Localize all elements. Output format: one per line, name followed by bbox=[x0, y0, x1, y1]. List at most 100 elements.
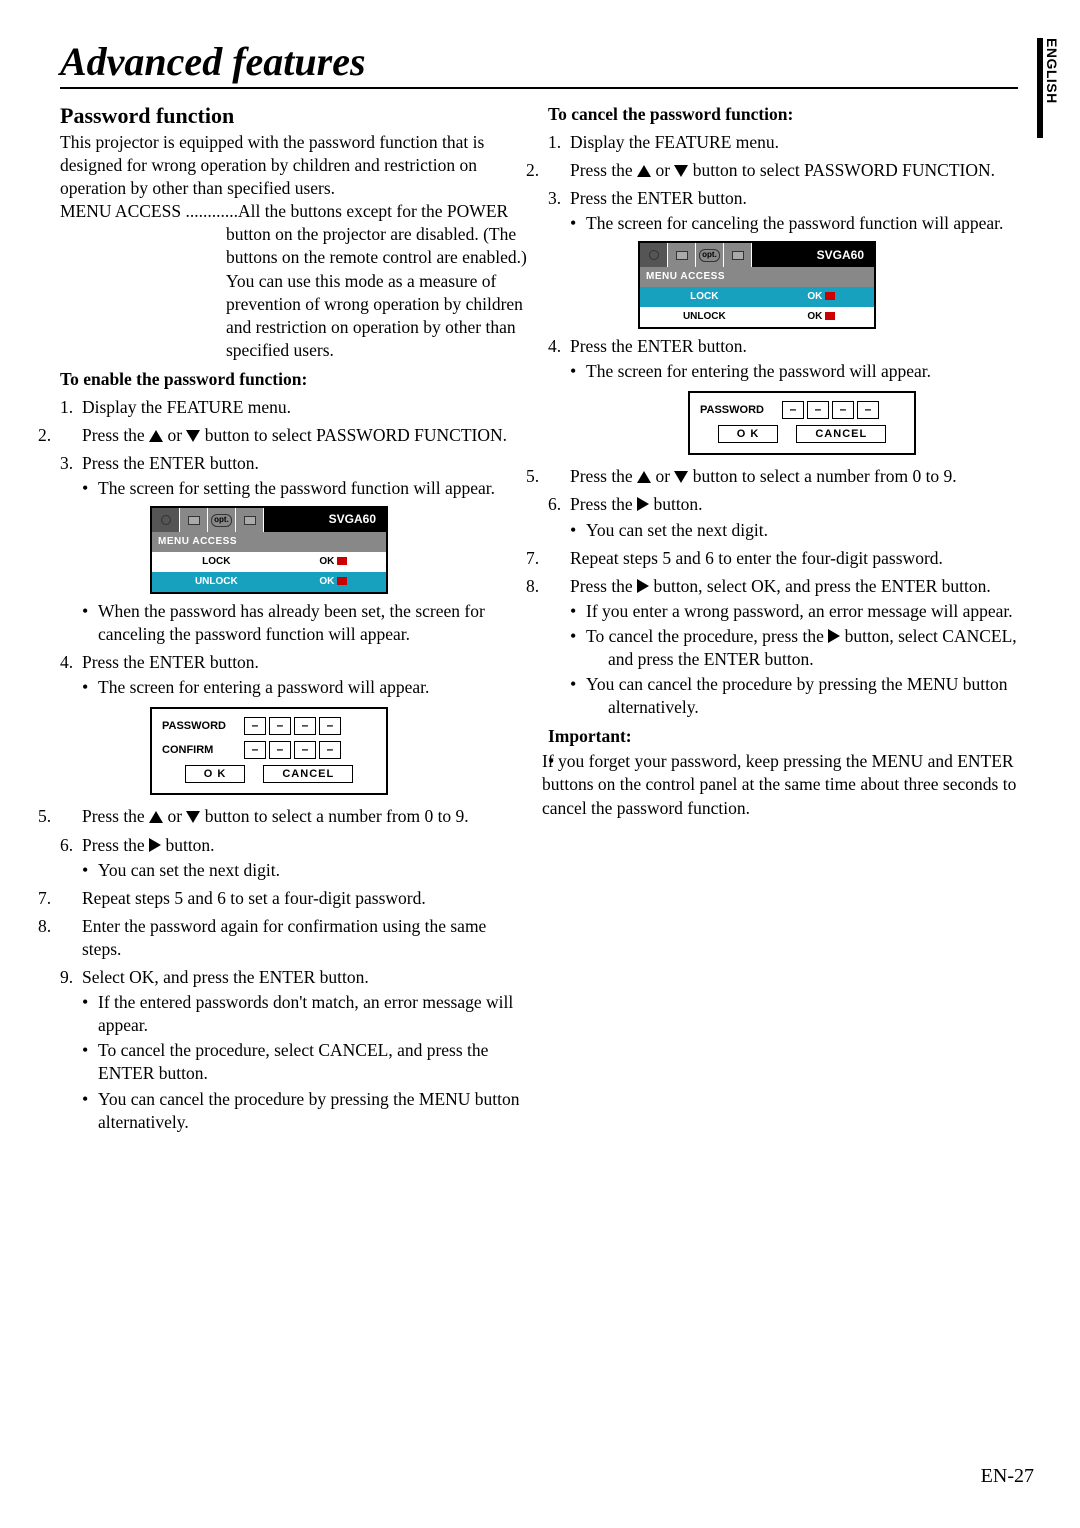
confirm-label: CONFIRM bbox=[162, 743, 244, 758]
digit-box: – bbox=[832, 401, 854, 419]
menu-row-unlock: UNLOCK OK bbox=[152, 572, 386, 592]
step-9-bullet-1: If the entered passwords don't match, an… bbox=[60, 991, 530, 1037]
cancel-heading: To cancel the password function: bbox=[548, 103, 1018, 126]
tab-icon: opt. bbox=[696, 243, 724, 267]
digit-box: – bbox=[319, 717, 341, 735]
step-6-bullet: You can set the next digit. bbox=[548, 519, 1018, 542]
digit-box: – bbox=[294, 717, 316, 735]
digit-box: – bbox=[782, 401, 804, 419]
content-columns: Password function This projector is equi… bbox=[60, 103, 1018, 1134]
menu-row-lock: LOCK OK bbox=[152, 552, 386, 572]
left-column: Password function This projector is equi… bbox=[60, 103, 530, 1134]
tab-icon bbox=[668, 243, 696, 267]
menu-header: MENU ACCESS bbox=[640, 267, 874, 286]
tab-icon bbox=[236, 508, 264, 532]
password-label: PASSWORD bbox=[700, 403, 782, 418]
menu-screenshot-lock: opt. SVGA60 MENU ACCESS LOCK OK UNLOCK O… bbox=[150, 506, 388, 593]
step-5: 5.Press the or button to select a number… bbox=[60, 805, 530, 828]
step-4-bullet: The screen for entering the password wil… bbox=[548, 360, 1018, 383]
password-entry-box: PASSWORD – – – – O K CANCEL bbox=[688, 391, 916, 456]
password-label: PASSWORD bbox=[162, 719, 244, 734]
up-arrow-icon bbox=[149, 430, 163, 442]
step-9: 9.Select OK, and press the ENTER button.… bbox=[60, 966, 530, 1134]
step-8-bullet-1: If you enter a wrong password, an error … bbox=[570, 600, 1018, 623]
digit-box: – bbox=[244, 717, 266, 735]
step-1: 1.Display the FEATURE menu. bbox=[60, 396, 530, 419]
digit-box: – bbox=[857, 401, 879, 419]
page-title: Advanced features bbox=[60, 38, 1018, 89]
step-3-bullet-2: When the password has already been set, … bbox=[60, 600, 530, 646]
side-bar bbox=[1037, 38, 1043, 138]
cancel-button: CANCEL bbox=[263, 765, 353, 784]
enter-icon bbox=[337, 577, 347, 585]
enable-heading: To enable the password function: bbox=[60, 368, 530, 391]
digit-box: – bbox=[807, 401, 829, 419]
step-2: 2.Press the or button to select PASSWORD… bbox=[548, 159, 1018, 182]
step-8-bullet-2: To cancel the procedure, press the butto… bbox=[570, 625, 1018, 671]
step-9-bullet-2: To cancel the procedure, select CANCEL, … bbox=[60, 1039, 530, 1085]
step-7: 7.Repeat steps 5 and 6 to set a four-dig… bbox=[60, 887, 530, 910]
down-arrow-icon bbox=[674, 165, 688, 177]
page-number: EN-27 bbox=[981, 1465, 1034, 1488]
step-3-bullet: The screen for setting the password func… bbox=[60, 477, 530, 500]
tab-icon bbox=[152, 508, 180, 532]
tab-icon bbox=[724, 243, 752, 267]
password-entry-box: PASSWORD – – – – CONFIRM – – bbox=[150, 707, 388, 796]
up-arrow-icon bbox=[637, 471, 651, 483]
down-arrow-icon bbox=[186, 811, 200, 823]
ok-button: O K bbox=[718, 425, 779, 444]
ok-button: O K bbox=[185, 765, 246, 784]
step-3-bullet: The screen for canceling the password fu… bbox=[548, 212, 1018, 235]
digit-box: – bbox=[319, 741, 341, 759]
step-3: 3.Press the ENTER button. The screen for… bbox=[548, 187, 1018, 328]
menu-mode: SVGA60 bbox=[817, 243, 874, 267]
step-6-bullet: You can set the next digit. bbox=[60, 859, 530, 882]
step-4: 4.Press the ENTER button. The screen for… bbox=[60, 651, 530, 796]
step-2: 2.Press the or button to select PASSWORD… bbox=[60, 424, 530, 447]
tab-icon: opt. bbox=[208, 508, 236, 532]
digit-box: – bbox=[269, 741, 291, 759]
section-heading: Password function bbox=[60, 103, 530, 129]
menu-mode: SVGA60 bbox=[329, 508, 386, 532]
step-3: 3.Press the ENTER button. The screen for… bbox=[60, 452, 530, 646]
step-7: 7.Repeat steps 5 and 6 to enter the four… bbox=[548, 547, 1018, 570]
step-5: 5.Press the or button to select a number… bbox=[548, 465, 1018, 488]
tab-icon bbox=[640, 243, 668, 267]
digit-box: – bbox=[244, 741, 266, 759]
cancel-steps: 1.Display the FEATURE menu. 2.Press the … bbox=[548, 131, 1018, 719]
enter-icon bbox=[825, 312, 835, 320]
step-6: 6.Press the button. You can set the next… bbox=[548, 493, 1018, 541]
menu-screenshot-unlock: opt. SVGA60 MENU ACCESS LOCK OK UNLOCK O… bbox=[638, 241, 876, 328]
intro-text: This projector is equipped with the pass… bbox=[60, 131, 530, 200]
menu-header: MENU ACCESS bbox=[152, 532, 386, 551]
enter-icon bbox=[825, 292, 835, 300]
step-8: 8.Enter the password again for confirmat… bbox=[60, 915, 530, 961]
step-6: 6.Press the button. You can set the next… bbox=[60, 834, 530, 882]
step-4: 4.Press the ENTER button. The screen for… bbox=[548, 335, 1018, 456]
step-1: 1.Display the FEATURE menu. bbox=[548, 131, 1018, 154]
cancel-button: CANCEL bbox=[796, 425, 886, 444]
menu-row-unlock: UNLOCK OK bbox=[640, 307, 874, 327]
enable-steps: 1.Display the FEATURE menu. 2.Press the … bbox=[60, 396, 530, 1134]
right-column: To cancel the password function: 1.Displ… bbox=[548, 103, 1018, 1134]
up-arrow-icon bbox=[149, 811, 163, 823]
down-arrow-icon bbox=[674, 471, 688, 483]
menu-access-def: MENU ACCESS ............All the buttons … bbox=[60, 200, 530, 362]
important-text: If you forget your password, keep pressi… bbox=[526, 750, 1018, 819]
step-8-bullet-3: You can cancel the procedure by pressing… bbox=[570, 673, 1018, 719]
language-tab: ENGLISH bbox=[1044, 38, 1060, 104]
digit-box: – bbox=[269, 717, 291, 735]
right-arrow-icon bbox=[637, 579, 649, 593]
menu-row-lock: LOCK OK bbox=[640, 287, 874, 307]
step-8: 8.Press the button, select OK, and press… bbox=[548, 575, 1018, 720]
enter-icon bbox=[337, 557, 347, 565]
right-arrow-icon bbox=[149, 838, 161, 852]
right-arrow-icon bbox=[828, 629, 840, 643]
tab-icon bbox=[180, 508, 208, 532]
up-arrow-icon bbox=[637, 165, 651, 177]
right-arrow-icon bbox=[637, 497, 649, 511]
digit-box: – bbox=[294, 741, 316, 759]
step-4-bullet: The screen for entering a password will … bbox=[60, 676, 530, 699]
down-arrow-icon bbox=[186, 430, 200, 442]
step-9-bullet-3: You can cancel the procedure by pressing… bbox=[60, 1088, 530, 1134]
